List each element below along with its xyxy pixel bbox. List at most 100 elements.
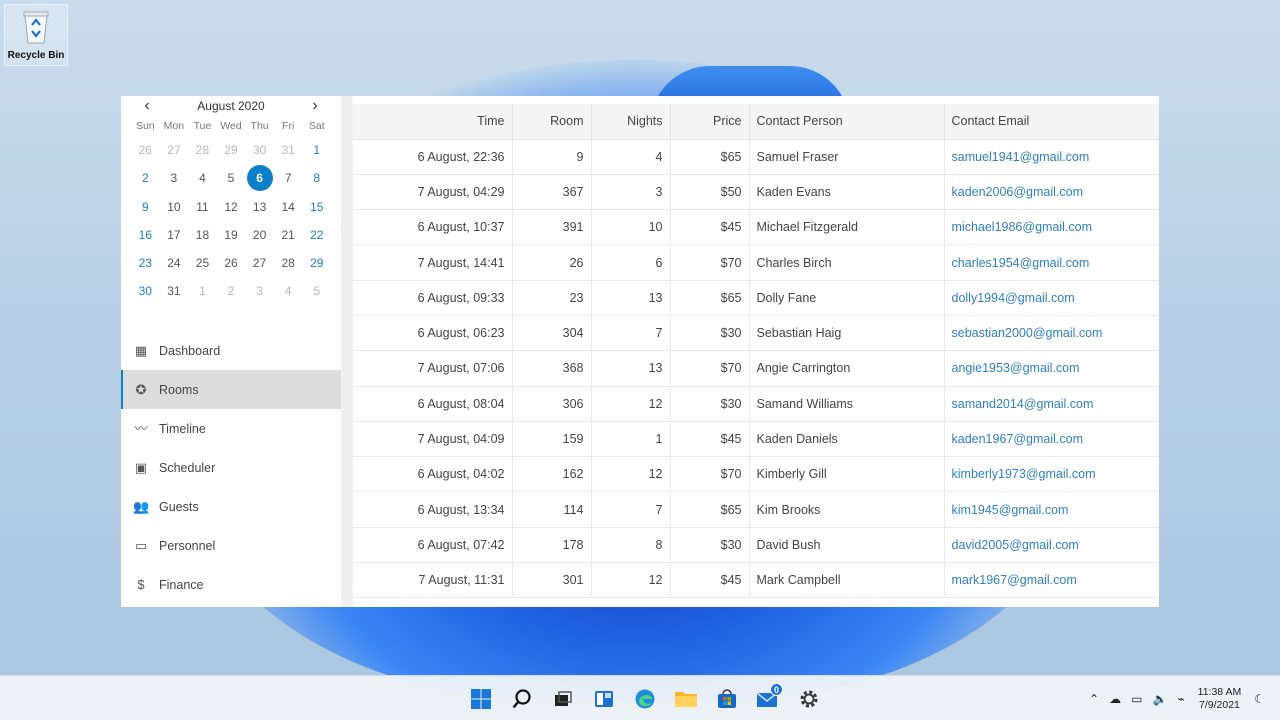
- store-button[interactable]: [706, 676, 747, 720]
- calendar-day[interactable]: 15: [302, 193, 331, 221]
- calendar-day[interactable]: 11: [188, 193, 217, 221]
- sidebar-item-guests[interactable]: 👥 Guests: [121, 487, 341, 526]
- table-row[interactable]: 6 August, 22:36 9 4 $65 Samuel Fraser samuel1…: [353, 139, 1159, 175]
- table-row[interactable]: 6 August, 04:02 162 12 $70 Kimberly Gill kimb…: [353, 456, 1159, 493]
- calendar-day[interactable]: 27: [160, 136, 189, 164]
- mail-button[interactable]: 0: [747, 676, 788, 720]
- column-header-contact-person[interactable]: Contact Person: [749, 104, 945, 140]
- calendar-day[interactable]: 29: [217, 136, 246, 164]
- file-explorer-button[interactable]: [665, 676, 706, 720]
- calendar-day[interactable]: 13: [245, 193, 274, 221]
- calendar-day[interactable]: 30: [131, 277, 160, 305]
- calendar-day[interactable]: 2: [131, 164, 160, 192]
- calendar-day[interactable]: 28: [188, 136, 217, 164]
- calendar-day[interactable]: 3: [245, 277, 274, 305]
- calendar-day[interactable]: 3: [160, 164, 189, 192]
- calendar-day[interactable]: 2: [217, 277, 246, 305]
- email-link[interactable]: dolly1994@gmail.com: [944, 280, 1159, 316]
- email-link[interactable]: kaden2006@gmail.com: [944, 174, 1159, 211]
- battery-icon[interactable]: ⌁: [1177, 692, 1184, 706]
- calendar-day[interactable]: 31: [160, 277, 189, 305]
- calendar-day[interactable]: 31: [274, 136, 303, 164]
- column-header-time[interactable]: Time: [353, 104, 513, 140]
- onedrive-icon[interactable]: ☁: [1109, 692, 1121, 706]
- calendar-day[interactable]: 16: [131, 221, 160, 249]
- calendar-day[interactable]: 1: [302, 136, 331, 164]
- email-link[interactable]: charles1954@gmail.com: [944, 244, 1159, 281]
- settings-button[interactable]: [788, 676, 829, 720]
- column-header-price[interactable]: Price: [670, 104, 750, 140]
- email-link[interactable]: kimberly1973@gmail.com: [944, 456, 1159, 493]
- email-link[interactable]: samuel1941@gmail.com: [944, 139, 1159, 175]
- sidebar-item-timeline[interactable]: 〰 Timeline: [121, 409, 341, 448]
- calendar-day[interactable]: 27: [245, 249, 274, 277]
- table-row[interactable]: 6 August, 06:23 304 7 $30 Sebastian Haig seba…: [353, 315, 1159, 352]
- calendar-day[interactable]: 29: [302, 249, 331, 277]
- table-row[interactable]: 6 August, 09:33 23 13 $65 Dolly Fane dolly199…: [353, 280, 1159, 316]
- calendar-day-selected[interactable]: 6: [245, 164, 274, 192]
- email-link[interactable]: samand2014@gmail.com: [944, 386, 1159, 422]
- prev-month-button[interactable]: ‹: [141, 97, 153, 115]
- calendar-day[interactable]: 28: [274, 249, 303, 277]
- calendar-day[interactable]: 9: [131, 193, 160, 221]
- sidebar-item-rooms[interactable]: ✪ Rooms: [121, 370, 341, 409]
- sidebar-item-dashboard[interactable]: ▦ Dashboard: [121, 331, 341, 370]
- calendar-day[interactable]: 4: [274, 277, 303, 305]
- email-link[interactable]: michael1986@gmail.com: [944, 209, 1159, 246]
- edge-button[interactable]: [624, 676, 665, 720]
- calendar-day[interactable]: 4: [188, 164, 217, 192]
- table-row[interactable]: 7 August, 04:09 159 1 $45 Kaden Daniels kaden…: [353, 421, 1159, 458]
- email-link[interactable]: kaden1967@gmail.com: [944, 421, 1159, 458]
- calendar-day[interactable]: 14: [274, 193, 303, 221]
- email-link[interactable]: sebastian2000@gmail.com: [944, 315, 1159, 352]
- recycle-bin-shortcut[interactable]: Recycle Bin: [4, 4, 68, 66]
- calendar-day[interactable]: 5: [302, 277, 331, 305]
- widgets-button[interactable]: [583, 676, 624, 720]
- sidebar-item-scheduler[interactable]: ▣ Scheduler: [121, 448, 341, 487]
- column-header-room[interactable]: Room: [512, 104, 592, 140]
- volume-icon[interactable]: 🔈: [1152, 692, 1167, 706]
- clock[interactable]: 11:38 AM 7/9/2021: [1198, 686, 1242, 712]
- sidebar-item-personnel[interactable]: ▭ Personnel: [121, 526, 341, 565]
- calendar-day[interactable]: 5: [217, 164, 246, 192]
- table-row[interactable]: 6 August, 13:34 114 7 $65 Kim Brooks kim1945@…: [353, 491, 1159, 528]
- network-icon[interactable]: ▭: [1131, 692, 1142, 706]
- calendar-day[interactable]: 23: [131, 249, 160, 277]
- calendar-day[interactable]: 12: [217, 193, 246, 221]
- start-button[interactable]: [460, 676, 501, 720]
- calendar-day[interactable]: 10: [160, 193, 189, 221]
- search-button[interactable]: [501, 676, 542, 720]
- table-row[interactable]: 7 August, 04:29 367 3 $50 Kaden Evans kaden20…: [353, 174, 1159, 211]
- email-link[interactable]: kim1945@gmail.com: [944, 491, 1159, 528]
- table-row[interactable]: 6 August, 10:37 391 10 $45 Michael Fitzgeral…: [353, 209, 1159, 246]
- calendar-day[interactable]: 22: [302, 221, 331, 249]
- calendar-day[interactable]: 24: [160, 249, 189, 277]
- email-link[interactable]: angie1953@gmail.com: [944, 350, 1159, 387]
- task-view-button[interactable]: [542, 676, 583, 720]
- calendar-day[interactable]: 26: [131, 136, 160, 164]
- email-link[interactable]: david2005@gmail.com: [944, 527, 1159, 564]
- notifications-moon-icon[interactable]: ☾: [1254, 692, 1265, 706]
- sidebar-item-finance[interactable]: $ Finance: [121, 565, 341, 604]
- calendar-day[interactable]: 20: [245, 221, 274, 249]
- calendar-day[interactable]: 18: [188, 221, 217, 249]
- table-row[interactable]: 7 August, 07:06 368 13 $70 Angie Carrington a…: [353, 350, 1159, 387]
- column-header-contact-email[interactable]: Contact Email: [944, 104, 1159, 140]
- calendar-day[interactable]: 26: [217, 249, 246, 277]
- calendar-day[interactable]: 19: [217, 221, 246, 249]
- calendar-day[interactable]: 1: [188, 277, 217, 305]
- calendar-day[interactable]: 8: [302, 164, 331, 192]
- next-month-button[interactable]: ›: [309, 97, 321, 115]
- table-row[interactable]: 6 August, 07:42 178 8 $30 David Bush david200…: [353, 527, 1159, 564]
- table-row[interactable]: 7 August, 14:41 26 6 $70 Charles Birch charle…: [353, 244, 1159, 281]
- calendar-day[interactable]: 21: [274, 221, 303, 249]
- chevron-up-icon[interactable]: ⌃: [1089, 692, 1099, 706]
- calendar-day[interactable]: 17: [160, 221, 189, 249]
- column-header-nights[interactable]: Nights: [591, 104, 671, 140]
- table-row[interactable]: 6 August, 08:04 306 12 $30 Samand Williams sa…: [353, 386, 1159, 422]
- table-row[interactable]: 7 August, 11:31 301 12 $45 Mark Campbell mark…: [353, 562, 1159, 599]
- email-link[interactable]: mark1967@gmail.com: [944, 562, 1159, 599]
- calendar-day[interactable]: 30: [245, 136, 274, 164]
- calendar-day[interactable]: 7: [274, 164, 303, 192]
- calendar-day[interactable]: 25: [188, 249, 217, 277]
